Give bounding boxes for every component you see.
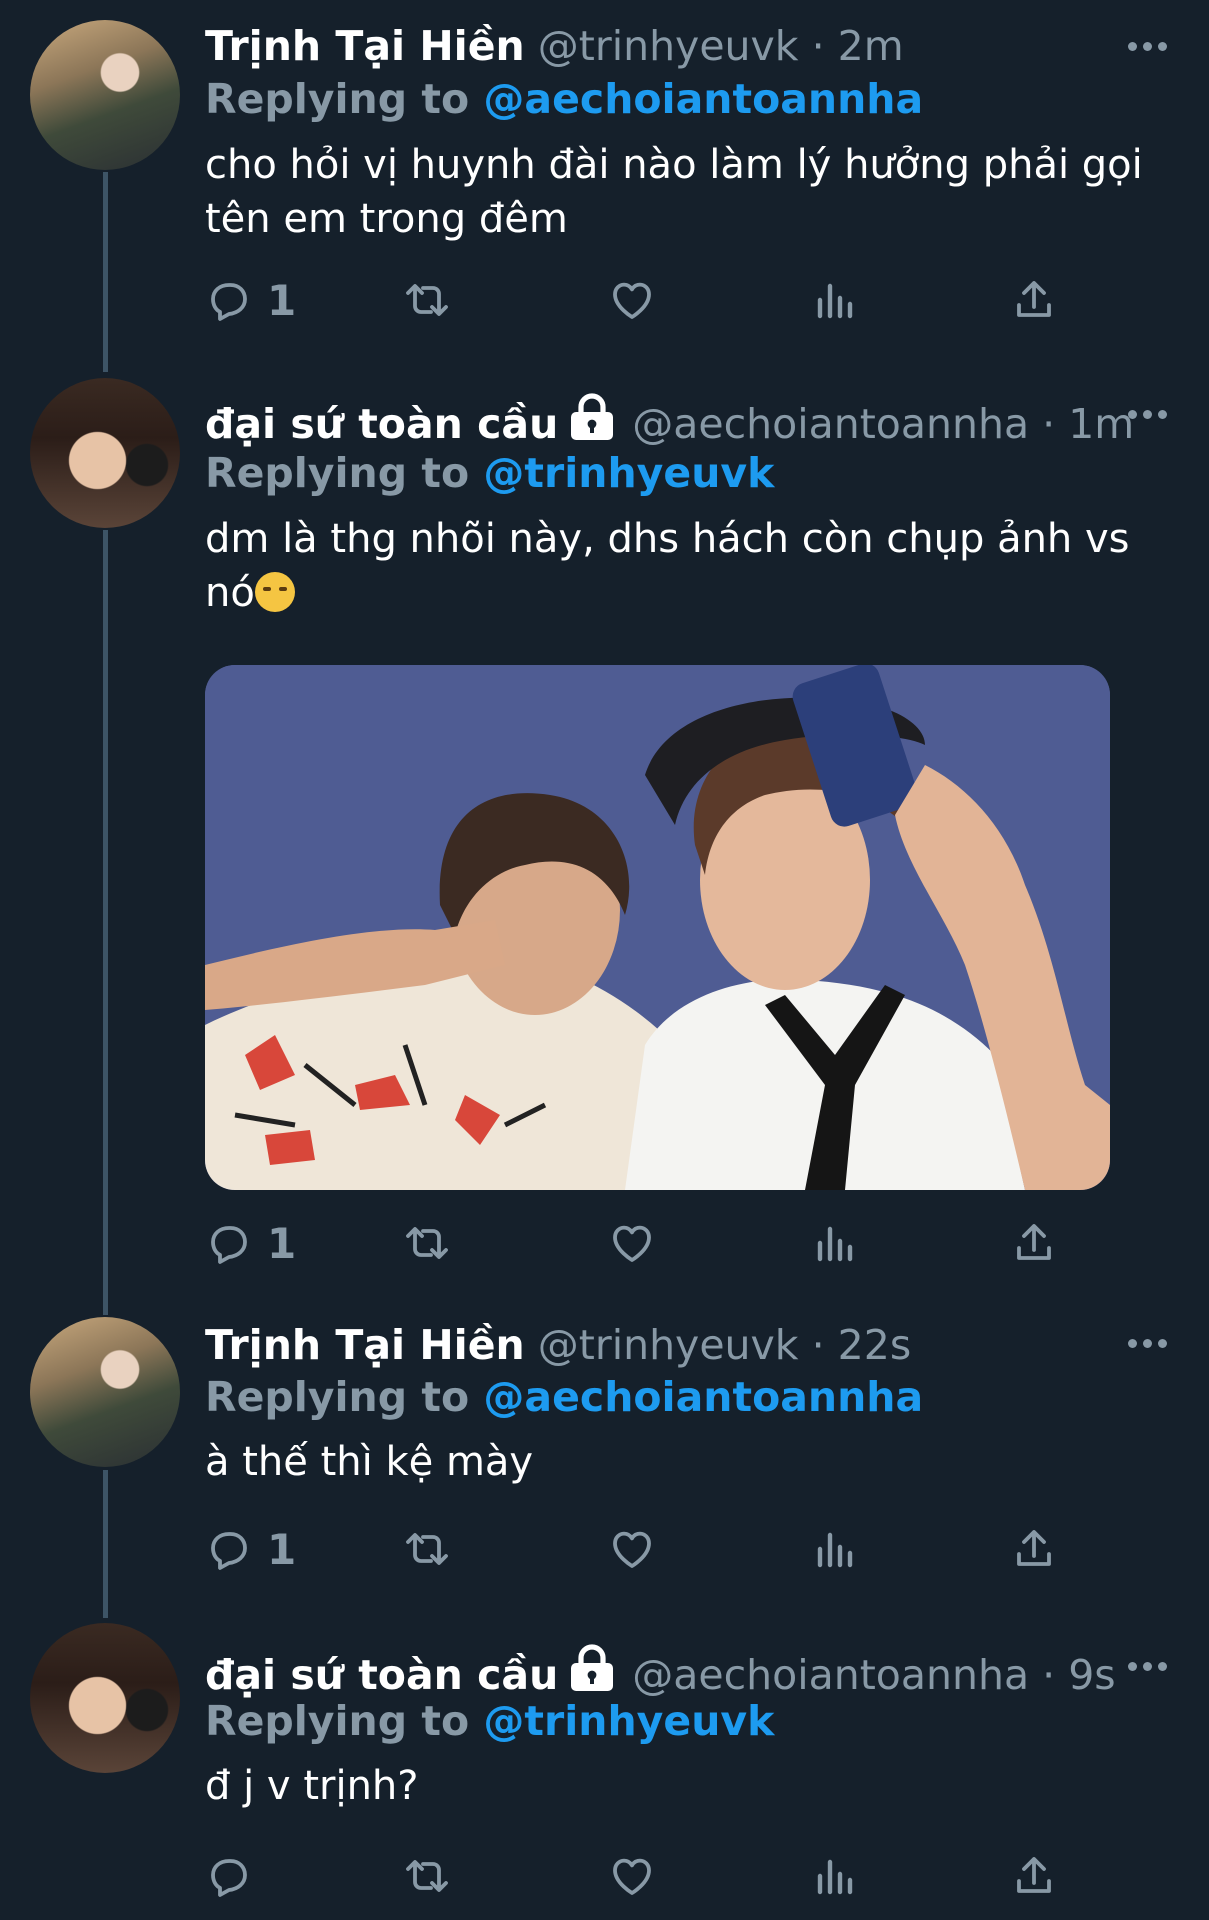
tweet-text-body: dm là thg nhõi này, dhs hách còn chụp ản… (205, 516, 1130, 616)
analytics-icon (817, 283, 853, 319)
avatar[interactable] (30, 1623, 180, 1773)
like-icon (613, 1531, 651, 1568)
retweet-icon (406, 1227, 448, 1259)
tweet-actions (205, 1848, 1085, 1904)
lock-icon (566, 392, 618, 452)
lock-icon (566, 1643, 618, 1703)
more-icon[interactable] (1128, 39, 1172, 53)
share-button[interactable] (1010, 272, 1058, 328)
reply-icon (211, 1532, 247, 1570)
share-button[interactable] (1010, 1848, 1058, 1904)
timestamp[interactable]: · 22s (812, 1321, 912, 1369)
reply-button[interactable]: 1 (205, 1215, 296, 1271)
display-name[interactable]: Trịnh Tại Hiền (205, 1321, 525, 1369)
photo-illustration (205, 665, 1110, 1190)
crying-emoji-icon (254, 572, 295, 612)
like-button[interactable] (608, 1215, 656, 1271)
reply-icon (211, 1226, 247, 1264)
mention-link[interactable]: @aechoiantoannha (483, 75, 923, 123)
user-handle[interactable]: @trinhyeuvk (538, 22, 799, 70)
user-handle[interactable]: @aechoiantoannha (632, 1651, 1029, 1699)
replying-label: Replying to (205, 1697, 484, 1745)
share-icon (1017, 1530, 1051, 1566)
reply-button[interactable]: 1 (205, 272, 296, 328)
tweet[interactable]: Trịnh Tại Hiền @trinhyeuvk · 2m Replying… (0, 0, 1209, 372)
avatar[interactable] (30, 20, 180, 170)
tweet-actions: 1 (205, 1215, 1085, 1271)
replying-to: Replying to @trinhyeuvk (205, 1697, 774, 1745)
share-icon (1017, 1224, 1051, 1260)
more-icon[interactable] (1128, 407, 1172, 421)
mention-link[interactable]: @trinhyeuvk (483, 449, 774, 497)
display-name[interactable]: Trịnh Tại Hiền (205, 22, 525, 70)
tweet-header: đại sứ toàn cầu @aechoiantoannha · 9s (205, 1643, 1116, 1703)
analytics-button[interactable] (810, 1521, 858, 1577)
retweet-button[interactable] (403, 272, 451, 328)
tweet-header: Trịnh Tại Hiền @trinhyeuvk · 22s (205, 1321, 911, 1369)
tweet[interactable]: Trịnh Tại Hiền @trinhyeuvk · 22s Replyin… (0, 1277, 1209, 1623)
like-icon (613, 1858, 651, 1895)
mention-link[interactable]: @trinhyeuvk (483, 1697, 774, 1745)
reply-icon (211, 1859, 247, 1897)
retweet-button[interactable] (403, 1848, 451, 1904)
reply-button[interactable] (205, 1848, 267, 1904)
replying-to: Replying to @aechoiantoannha (205, 1373, 923, 1421)
tweet-text: dm là thg nhõi này, dhs hách còn chụp ản… (205, 512, 1155, 620)
like-button[interactable] (608, 272, 656, 328)
timestamp[interactable]: · 9s (1042, 1651, 1116, 1699)
avatar[interactable] (30, 1317, 180, 1467)
replying-to: Replying to @trinhyeuvk (205, 449, 774, 497)
tweet-text: à thế thì kệ mày (205, 1439, 534, 1485)
analytics-icon (817, 1226, 853, 1262)
more-icon[interactable] (1128, 1336, 1172, 1350)
tweet[interactable]: đại sứ toàn cầu @aechoiantoannha · 9s Rep… (0, 1623, 1209, 1920)
retweet-icon (406, 284, 448, 316)
retweet-button[interactable] (403, 1215, 451, 1271)
mention-link[interactable]: @aechoiantoannha (483, 1373, 923, 1421)
more-icon[interactable] (1128, 1659, 1172, 1673)
timestamp[interactable]: · 2m (812, 22, 904, 70)
replying-label: Replying to (205, 1373, 484, 1421)
share-icon (1017, 1857, 1051, 1893)
reply-icon (211, 283, 247, 321)
user-handle[interactable]: @trinhyeuvk (538, 1321, 799, 1369)
retweet-icon (406, 1533, 448, 1565)
like-icon (613, 282, 651, 319)
like-button[interactable] (608, 1848, 656, 1904)
display-name[interactable]: đại sứ toàn cầu (205, 1651, 558, 1699)
replying-to: Replying to @aechoiantoannha (205, 75, 923, 123)
share-icon (1017, 281, 1051, 317)
timestamp[interactable]: · 1m (1042, 400, 1134, 448)
reply-count: 1 (267, 1218, 297, 1268)
display-name[interactable]: đại sứ toàn cầu (205, 400, 558, 448)
replying-label: Replying to (205, 449, 484, 497)
retweet-button[interactable] (403, 1521, 451, 1577)
tweet-text: đ j v trịnh? (205, 1763, 419, 1809)
analytics-icon (817, 1859, 853, 1895)
like-button[interactable] (608, 1521, 656, 1577)
retweet-icon (406, 1860, 448, 1892)
tweet-actions: 1 (205, 272, 1085, 328)
reply-button[interactable]: 1 (205, 1521, 296, 1577)
tweet-text: cho hỏi vị huynh đài nào làm lý hưởng ph… (205, 142, 1143, 242)
analytics-button[interactable] (810, 1848, 858, 1904)
analytics-button[interactable] (810, 272, 858, 328)
replying-label: Replying to (205, 75, 484, 123)
analytics-button[interactable] (810, 1215, 858, 1271)
tweet-photo[interactable] (205, 665, 1110, 1190)
analytics-icon (817, 1532, 853, 1568)
share-button[interactable] (1010, 1521, 1058, 1577)
tweet-header: Trịnh Tại Hiền @trinhyeuvk · 2m (205, 22, 904, 70)
tweet[interactable]: đại sứ toàn cầu @aechoiantoannha · 1m Rep… (0, 372, 1209, 1277)
share-button[interactable] (1010, 1215, 1058, 1271)
tweet-actions: 1 (205, 1521, 1085, 1577)
user-handle[interactable]: @aechoiantoannha (632, 400, 1029, 448)
avatar[interactable] (30, 378, 180, 528)
like-icon (613, 1225, 651, 1262)
reply-count: 1 (267, 1524, 297, 1574)
reply-count: 1 (267, 275, 297, 325)
tweet-header: đại sứ toàn cầu @aechoiantoannha · 1m (205, 392, 1134, 452)
